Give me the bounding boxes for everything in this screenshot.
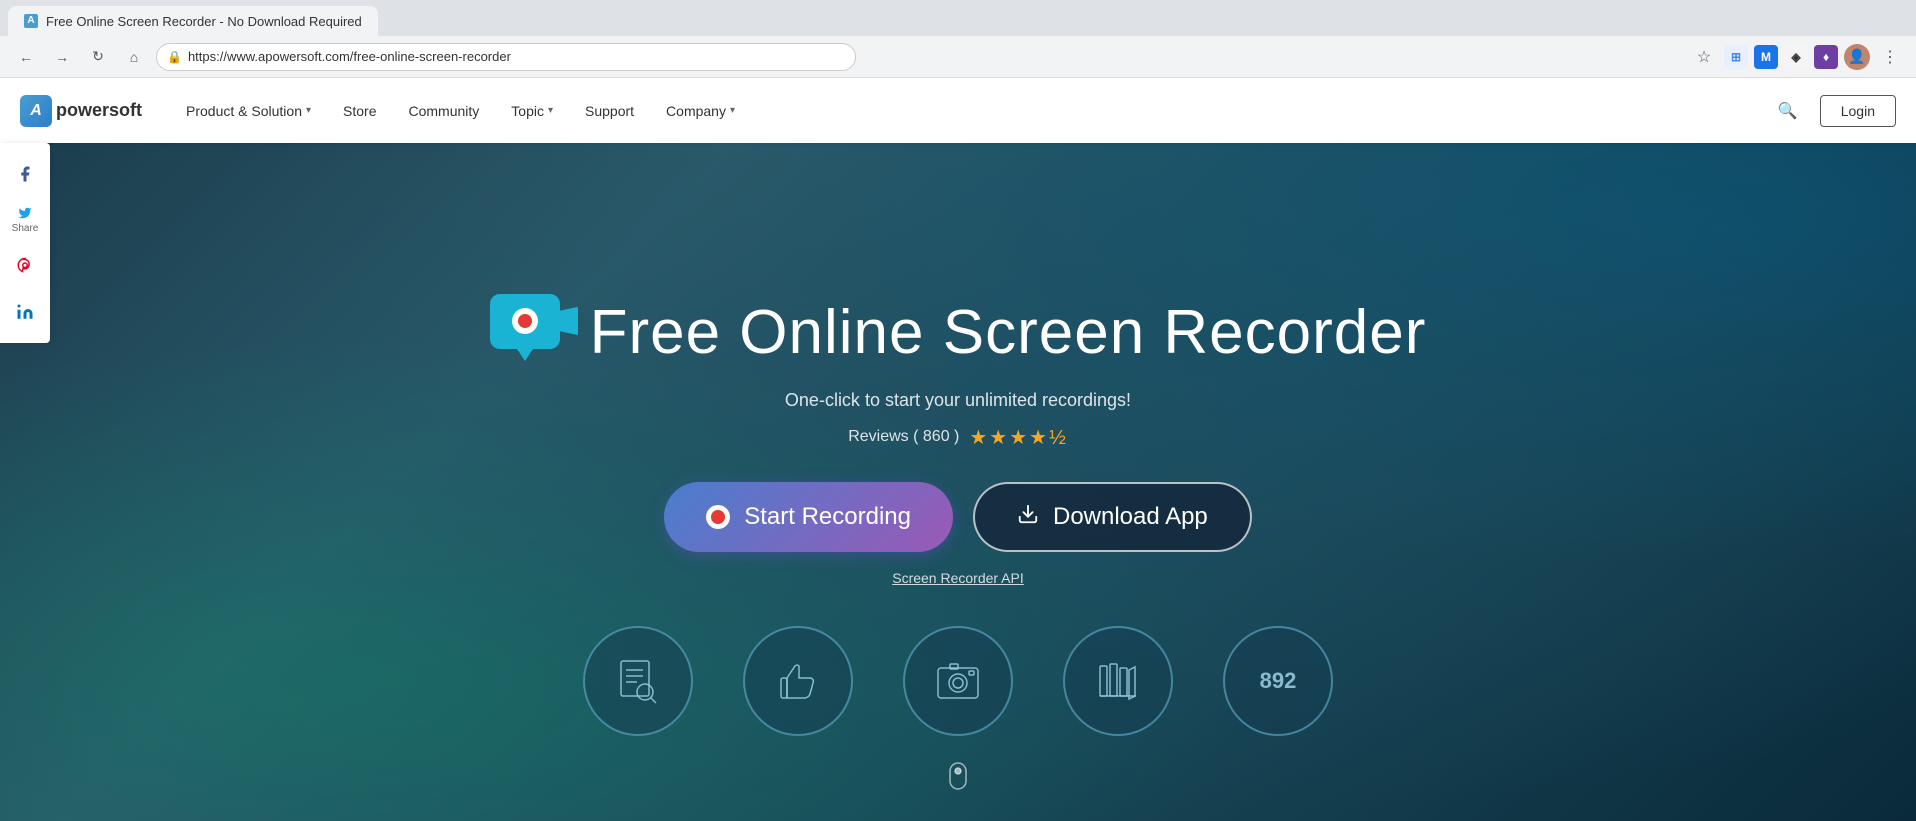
hero-content: Free Online Screen Recorder One-click to… [0, 143, 1916, 821]
feature-icon-4[interactable] [1063, 626, 1173, 736]
feature-icon-2[interactable] [743, 626, 853, 736]
chevron-down-icon: ▾ [306, 105, 311, 116]
start-recording-button[interactable]: Start Recording [664, 482, 953, 552]
feature-reviews-badge[interactable]: 892 [1223, 626, 1333, 736]
twitter-share-button[interactable]: Share [0, 197, 50, 243]
hero-title: Free Online Screen Recorder [590, 299, 1427, 367]
tab-bar: A Free Online Screen Recorder - No Downl… [0, 0, 1916, 36]
login-button[interactable]: Login [1820, 95, 1896, 127]
nav-company[interactable]: Company ▾ [652, 95, 749, 127]
scroll-indicator [946, 761, 970, 806]
browser-chrome: A Free Online Screen Recorder - No Downl… [0, 0, 1916, 78]
recorder-app-icon [490, 294, 570, 374]
nav-topic[interactable]: Topic ▾ [497, 95, 567, 127]
ext-icon-3[interactable]: ◈ [1784, 45, 1808, 69]
facebook-share-button[interactable] [0, 151, 50, 197]
reload-button[interactable]: ↻ [84, 43, 112, 71]
logo[interactable]: A powersoft [20, 95, 142, 127]
cta-row: Start Recording Download App [664, 482, 1252, 552]
pinterest-share-button[interactable] [0, 243, 50, 289]
chevron-down-icon-company: ▾ [730, 105, 735, 116]
logo-icon: A [20, 95, 52, 127]
feature-icon-3[interactable] [903, 626, 1013, 736]
linkedin-share-button[interactable] [0, 289, 50, 335]
nav-items: Product & Solution ▾ Store Community Top… [172, 95, 1772, 127]
record-indicator-icon [706, 505, 730, 529]
toolbar-right: ☆ ⊞ M ◈ ♦ 👤 ⋮ [1690, 43, 1904, 71]
social-sidebar: Share [0, 143, 50, 343]
site-navigation: A powersoft Product & Solution ▾ Store C… [0, 78, 1916, 143]
address-bar[interactable]: 🔒 https://www.apowersoft.com/free-online… [156, 43, 856, 71]
recorder-icon-background [490, 294, 560, 349]
website-content: A powersoft Product & Solution ▾ Store C… [0, 78, 1916, 821]
browser-toolbar: ← → ↻ ⌂ 🔒 https://www.apowersoft.com/fre… [0, 36, 1916, 78]
profile-avatar[interactable]: 👤 [1844, 44, 1870, 70]
download-app-label: Download App [1053, 503, 1208, 531]
reviews-label: Reviews ( 860 ) [848, 428, 959, 446]
features-row: 892 [583, 626, 1333, 736]
nav-product-solution[interactable]: Product & Solution ▾ [172, 95, 325, 127]
home-button[interactable]: ⌂ [120, 43, 148, 71]
download-app-button[interactable]: Download App [973, 482, 1252, 552]
tab-favicon: A [24, 14, 38, 28]
nav-store[interactable]: Store [329, 95, 390, 127]
hero-subtitle: One-click to start your unlimited record… [785, 390, 1131, 411]
active-tab[interactable]: A Free Online Screen Recorder - No Downl… [8, 6, 378, 36]
download-icon [1017, 503, 1039, 531]
nav-community[interactable]: Community [394, 95, 493, 127]
share-label: Share [12, 223, 39, 234]
back-button[interactable]: ← [12, 43, 40, 71]
reviews-row: Reviews ( 860 ) ★★★★½ [848, 425, 1068, 450]
ext-icon-1[interactable]: ⊞ [1724, 45, 1748, 69]
nav-support[interactable]: Support [571, 95, 648, 127]
reviews-count: 892 [1260, 668, 1297, 694]
bookmark-star-button[interactable]: ☆ [1690, 43, 1718, 71]
hero-title-row: Free Online Screen Recorder [490, 294, 1427, 374]
chevron-down-icon-topic: ▾ [548, 105, 553, 116]
forward-button[interactable]: → [48, 43, 76, 71]
ext-icon-2[interactable]: M [1754, 45, 1778, 69]
nav-right: 🔍 Login [1772, 95, 1896, 127]
url-text: https://www.apowersoft.com/free-online-s… [188, 49, 845, 64]
api-link[interactable]: Screen Recorder API [892, 570, 1024, 586]
start-recording-label: Start Recording [744, 503, 911, 531]
recorder-dot [512, 308, 538, 334]
logo-text: powersoft [56, 100, 142, 121]
lock-icon: 🔒 [167, 50, 182, 64]
feature-icon-1[interactable] [583, 626, 693, 736]
star-rating: ★★★★½ [969, 425, 1067, 450]
more-options-button[interactable]: ⋮ [1876, 43, 1904, 71]
tab-title: Free Online Screen Recorder - No Downloa… [46, 14, 362, 29]
ext-icon-4[interactable]: ♦ [1814, 45, 1838, 69]
search-button[interactable]: 🔍 [1772, 95, 1804, 127]
